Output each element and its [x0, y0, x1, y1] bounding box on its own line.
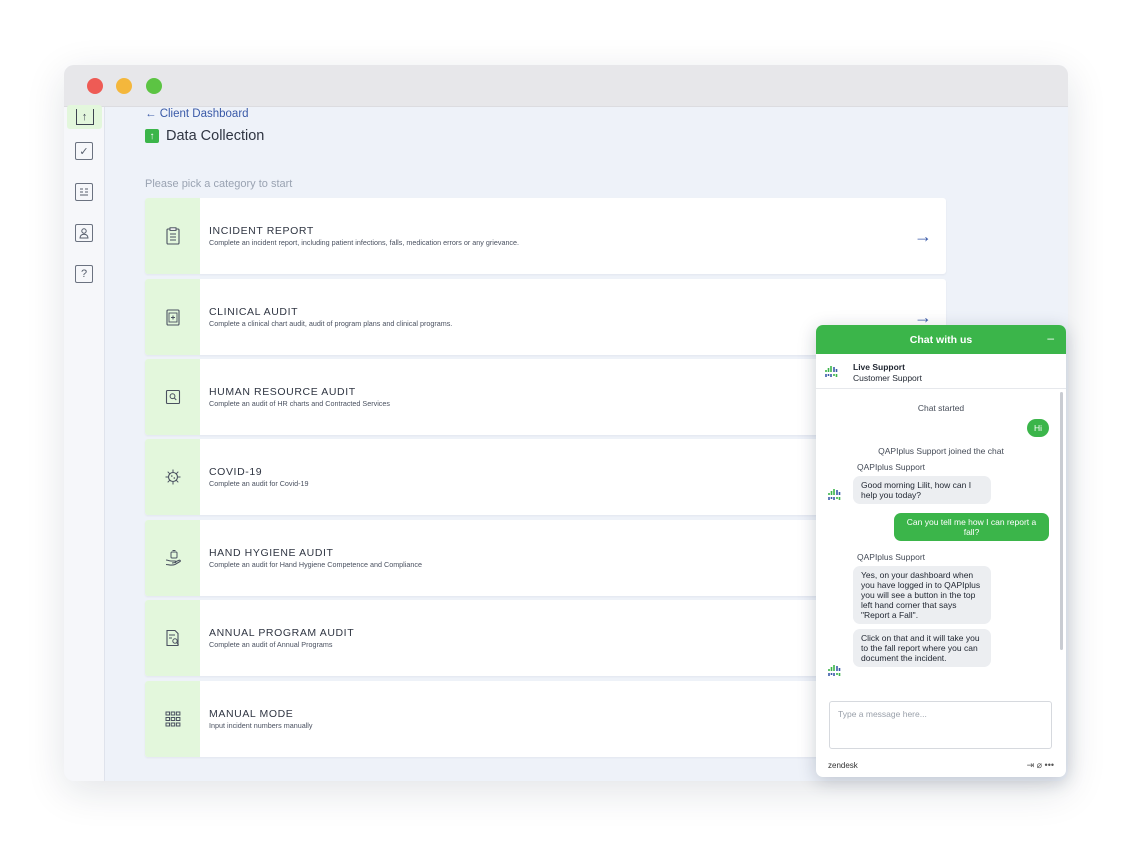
agent-role: Customer Support [853, 373, 922, 383]
card-description: Complete an audit of Annual Programs [209, 640, 333, 649]
close-window-button[interactable] [87, 78, 103, 94]
card-icon-box [145, 359, 200, 435]
card-description: Complete an audit of HR charts and Contr… [209, 399, 390, 408]
help-icon[interactable]: ? [75, 265, 93, 283]
chat-message-input[interactable]: Type a message here... [829, 701, 1052, 749]
qapiplus-logo-icon [828, 487, 848, 506]
card-title: HUMAN RESOURCE AUDIT [209, 386, 356, 398]
back-link-client-dashboard[interactable]: ← Client Dashboard [145, 108, 249, 120]
qapiplus-logo-icon [825, 364, 845, 383]
arrow-right-icon[interactable]: → [914, 226, 932, 247]
page-subtitle: Please pick a category to start [145, 178, 293, 190]
card-icon-box [145, 681, 200, 757]
page-title: Data Collection [166, 128, 265, 144]
card-icon-box [145, 279, 200, 355]
qapiplus-logo-icon [828, 663, 848, 682]
user-icon[interactable] [75, 224, 93, 242]
card-icon-box [145, 520, 200, 596]
search-document-icon [164, 388, 182, 406]
clipboard-icon [164, 227, 182, 245]
agent-info: Live Support Customer Support [816, 354, 1066, 389]
chat-messages[interactable]: Chat started Hi QAPIplus Support joined … [816, 389, 1066, 697]
system-message: QAPIplus Support joined the chat [878, 446, 1004, 456]
card-incident-report[interactable]: INCIDENT REPORT Complete an incident rep… [145, 198, 946, 274]
sidebar: ↑ ✓ ? [64, 105, 105, 781]
card-title: CLINICAL AUDIT [209, 306, 299, 318]
chat-widget: Chat with us – Live Support Customer Sup… [816, 325, 1066, 777]
card-title: COVID-19 [209, 466, 263, 478]
card-description: Complete an audit for Hand Hygiene Compe… [209, 560, 422, 569]
chat-scrollbar[interactable] [1060, 392, 1063, 650]
message-sender: QAPIplus Support [857, 462, 926, 472]
chat-header-title: Chat with us [909, 333, 973, 346]
chat-message-agent: Click on that and it will take you to th… [853, 629, 991, 667]
chat-header[interactable]: Chat with us – [816, 325, 1066, 354]
chat-message-user: Can you tell me how I can report a fall? [894, 513, 1049, 541]
card-title: HAND HYGIENE AUDIT [209, 547, 334, 559]
card-description: Complete an audit for Covid-19 [209, 479, 309, 488]
card-icon-box [145, 439, 200, 515]
agent-name: Live Support [853, 362, 905, 372]
chat-footer: zendesk ⇥ ⌀ ••• [828, 760, 1054, 771]
chat-message-agent: Good morning Lilit, how can I help you t… [853, 476, 991, 504]
minimize-chat-button[interactable]: – [1047, 331, 1054, 345]
chat-footer-icons[interactable]: ⇥ ⌀ ••• [1027, 760, 1054, 771]
card-description: Input incident numbers manually [209, 721, 313, 730]
report-icon[interactable] [75, 183, 93, 201]
title-bar [64, 65, 1068, 107]
card-title: INCIDENT REPORT [209, 225, 314, 237]
grid-icon [164, 710, 182, 728]
card-title: MANUAL MODE [209, 708, 294, 720]
card-icon-box [145, 600, 200, 676]
sidebar-item-data-collection[interactable]: ↑ [67, 105, 102, 129]
virus-icon [164, 468, 182, 486]
card-title: ANNUAL PROGRAM AUDIT [209, 627, 355, 639]
hand-wash-icon [164, 549, 182, 567]
system-message: Chat started [917, 403, 965, 413]
card-description: Complete a clinical chart audit, audit o… [209, 319, 453, 328]
chat-message-agent: Yes, on your dashboard when you have log… [853, 566, 991, 624]
zendesk-brand[interactable]: zendesk [828, 761, 858, 770]
maximize-window-button[interactable] [146, 78, 162, 94]
checkbox-icon[interactable]: ✓ [75, 142, 93, 160]
upload-icon: ↑ [145, 129, 159, 143]
medical-chart-icon [164, 308, 182, 326]
card-icon-box [145, 198, 200, 274]
document-search-icon [164, 629, 182, 647]
message-sender: QAPIplus Support [857, 552, 926, 562]
upload-icon: ↑ [75, 109, 94, 125]
minimize-window-button[interactable] [116, 78, 132, 94]
card-description: Complete an incident report, including p… [209, 238, 520, 247]
chat-message-user: Hi [1026, 419, 1049, 437]
page-title-row: ↑ Data Collection [145, 128, 264, 144]
